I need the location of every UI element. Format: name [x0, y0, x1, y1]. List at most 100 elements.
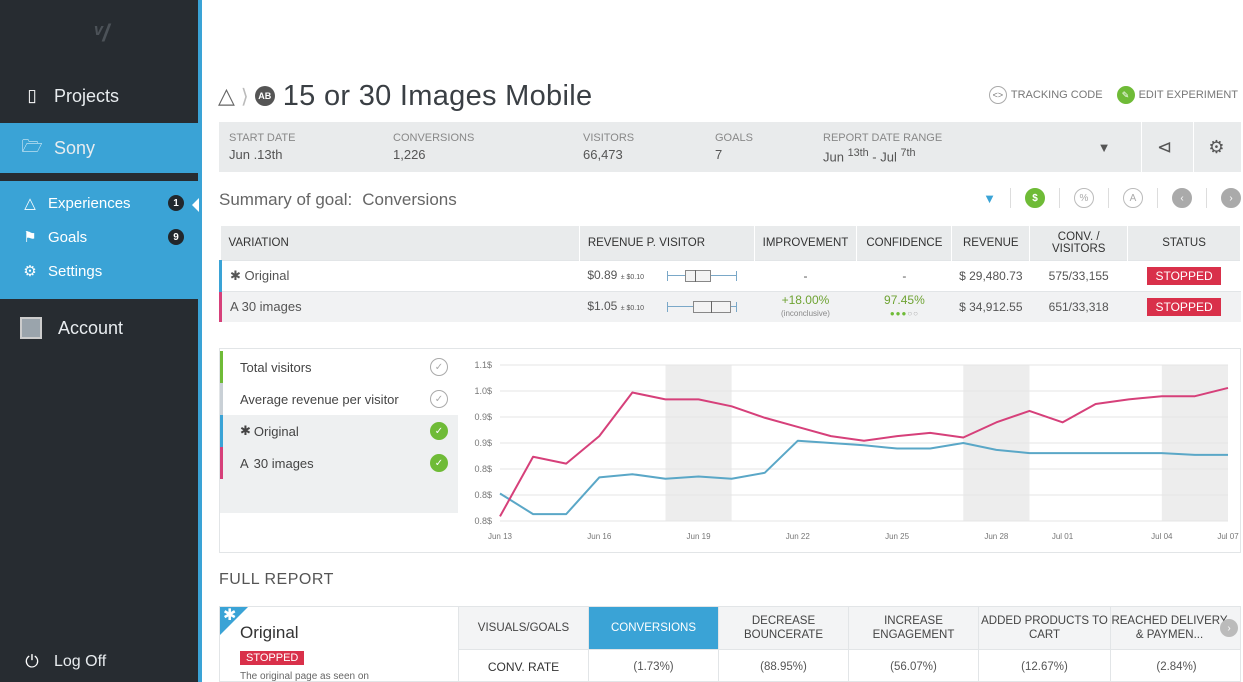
sidebar-item-label: Projects: [54, 85, 120, 106]
check-icon[interactable]: ✓: [430, 390, 448, 408]
rpv-value: $0.89: [587, 268, 618, 283]
column-header-added-to-cart[interactable]: ADDED PRODUCTS TO CART: [978, 607, 1110, 649]
rpv-value: $1.05: [587, 299, 618, 314]
column-header[interactable]: REVENUE: [951, 226, 1031, 260]
x-tick-label: Jul 04: [1151, 532, 1173, 541]
conv-cell: 575/33,155: [1029, 259, 1128, 291]
legend-original[interactable]: ✱ Original ✓: [220, 415, 458, 447]
stat-label: CONVERSIONS: [393, 132, 475, 144]
column-header[interactable]: IMPROVEMENT: [754, 226, 858, 260]
chevron-right-icon[interactable]: ›: [1220, 619, 1238, 637]
legend-avg-revenue[interactable]: Average revenue per visitor ✓: [220, 383, 458, 415]
settings-button[interactable]: ⚙: [1193, 122, 1239, 172]
column-header[interactable]: CONFIDENCE: [856, 226, 953, 260]
flask-icon: △: [24, 195, 36, 212]
page-header: △ ⟩ AB 15 or 30 Images Mobile <> TRACKIN…: [218, 78, 1238, 114]
goal-name: Conversions: [362, 190, 457, 209]
flask-icon[interactable]: △: [218, 83, 235, 109]
column-header[interactable]: VARIATION: [220, 226, 580, 260]
stat-goals: GOALS 7: [715, 132, 753, 162]
y-tick-label: 0.9$: [474, 438, 492, 448]
check-icon[interactable]: ✓: [430, 358, 448, 376]
avatar: [20, 317, 42, 339]
share-icon: ⊲: [1156, 136, 1173, 157]
report-cell: (12.67%): [978, 649, 1110, 681]
tracking-code-link[interactable]: <> TRACKING CODE: [988, 86, 1103, 104]
improvement-cell: -: [754, 259, 857, 291]
column-header[interactable]: CONV. / VISITORS: [1029, 226, 1129, 260]
column-header-visuals-goals[interactable]: VISUALS/GOALS: [458, 607, 588, 649]
column-header-bouncerate[interactable]: DECREASE BOUNCERATE: [718, 607, 848, 649]
sidebar-item-goals[interactable]: ⚑ Goals 9: [0, 223, 198, 251]
divider: [1206, 188, 1207, 208]
sidebar-item-experiences[interactable]: △ Experiences 1: [0, 189, 199, 217]
legend-label: Average revenue per visitor: [240, 391, 399, 407]
legend-color-bar: [220, 447, 223, 479]
variation-name: Original: [244, 267, 290, 283]
check-icon[interactable]: ✓: [430, 454, 448, 472]
column-header[interactable]: REVENUE P. VISITOR: [579, 226, 755, 260]
edit-experiment-link[interactable]: ✎ EDIT EXPERIMENT: [1116, 86, 1238, 104]
legend-variant[interactable]: A 30 images ✓: [220, 447, 458, 479]
rpv-cell: $0.89 ± $0.10: [579, 259, 755, 291]
sidebar-item-label: Goals: [48, 228, 88, 246]
confidence-cell: 97.45% ●●●○○: [856, 290, 952, 322]
stat-start-date: START DATE Jun .13th: [229, 132, 295, 162]
variations-table: VARIATION REVENUE P. VISITOR IMPROVEMENT…: [219, 226, 1241, 322]
report-cell: (2.84%): [1110, 649, 1240, 681]
stat-value: 66,473: [583, 147, 623, 162]
column-header[interactable]: STATUS: [1127, 226, 1241, 260]
variant-view-button[interactable]: A: [1123, 188, 1143, 208]
legend-color-bar: [220, 351, 223, 383]
table-row[interactable]: A 30 images $1.05 ± $0.10 +18.00% (inconc…: [219, 290, 1241, 322]
revenue-cell: $ 34,912.55: [951, 290, 1030, 322]
sidebar-item-sony[interactable]: 🗁 Sony: [0, 123, 198, 173]
column-header-engagement[interactable]: INCREASE ENGAGEMENT: [848, 607, 978, 649]
report-variation-card: ✱ Original STOPPED The original page as …: [220, 607, 458, 681]
rpv-error: ± $0.10: [620, 305, 645, 313]
revenue-view-button[interactable]: $: [1025, 188, 1045, 208]
legend-total-visitors[interactable]: Total visitors ✓: [220, 351, 458, 383]
check-icon[interactable]: ✓: [430, 422, 448, 440]
stats-bar: START DATE Jun .13th CONVERSIONS 1,226 V…: [219, 122, 1241, 172]
summary-prefix: Summary of goal:: [219, 190, 353, 209]
next-icon[interactable]: ›: [1221, 188, 1241, 208]
x-tick-label: Jul 01: [1052, 532, 1074, 541]
y-tick-label: 0.8$: [474, 516, 492, 526]
sidebar-item-projects[interactable]: ▯ Projects: [0, 78, 198, 114]
percent-view-button[interactable]: %: [1074, 188, 1094, 208]
logo[interactable]: ᵛ/: [0, 0, 202, 68]
stat-label: VISITORS: [583, 132, 635, 144]
legend-label: 30 images: [253, 455, 314, 471]
improvement-value: +18.00%: [781, 292, 830, 307]
full-report-title: FULL REPORT: [219, 571, 334, 588]
prev-icon[interactable]: ‹: [1172, 188, 1192, 208]
stat-date-range[interactable]: REPORT DATE RANGE Jun 13th - Jul 7th: [823, 132, 942, 164]
report-cell: (56.07%): [848, 649, 978, 681]
date-range-dropdown[interactable]: ▼: [1081, 122, 1127, 172]
filter-icon[interactable]: ▼: [983, 191, 996, 206]
stat-value: Jun .13th: [229, 147, 283, 162]
column-header-conversions[interactable]: CONVERSIONS: [588, 607, 718, 649]
x-tick-label: Jun 28: [984, 532, 1009, 541]
y-tick-label: 1.0$: [474, 386, 492, 396]
stat-label: GOALS: [715, 132, 753, 144]
logoff-button[interactable]: ⏻ Log Off: [0, 650, 198, 674]
x-tick-label: Jun 25: [885, 532, 910, 541]
sidebar-item-settings[interactable]: ⚙ Settings: [0, 257, 198, 285]
line-chart: 0.8$ 0.8$ 0.8$ 0.9$ 0.9$ 1.0$ 1.1$ Jun 13 Jun 16…: [474, 360, 1239, 541]
divider: [1059, 188, 1060, 208]
confidence-cell: -: [856, 259, 952, 291]
rpv-cell: $1.05 ± $0.10: [579, 290, 755, 322]
box-plot: [667, 269, 738, 283]
table-row[interactable]: ✱ Original $0.89 ± $0.10 - - $ 29,480.73…: [219, 259, 1241, 291]
share-button[interactable]: ⊲: [1141, 122, 1187, 172]
page-title: 15 or 30 Images Mobile: [282, 79, 593, 112]
variation-prefix: ✱: [230, 267, 241, 283]
sidebar: ᵛ/ ▯ Projects 🗁 Sony △ Experiences 1 ⚑ G…: [0, 0, 202, 682]
power-icon: ⏻: [25, 652, 39, 671]
sidebar-item-account[interactable]: Account: [0, 310, 198, 346]
legend-prefix: ✱: [240, 423, 251, 438]
status-badge: STOPPED: [240, 651, 305, 665]
table-header-row: VARIATION REVENUE P. VISITOR IMPROVEMENT…: [220, 226, 1241, 260]
